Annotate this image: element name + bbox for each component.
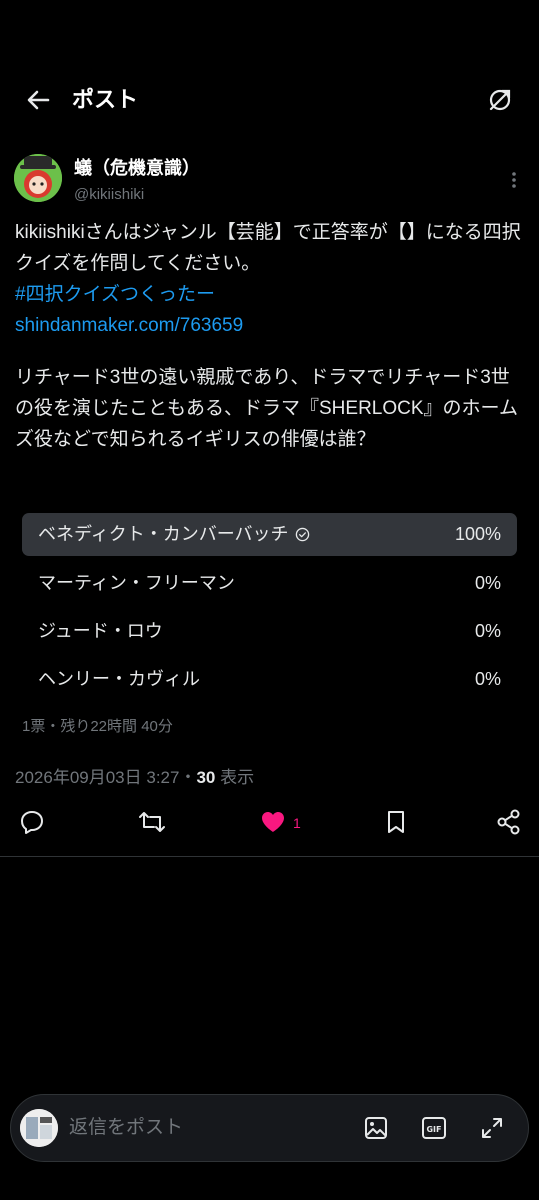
- poll-option-label: ベネディクト・カンバーバッチ: [38, 524, 289, 544]
- poll-option-label: ヘンリー・カヴィル: [38, 669, 200, 689]
- expand-icon[interactable]: [486, 86, 514, 114]
- svg-text:GIF: GIF: [426, 1125, 441, 1134]
- url-link[interactable]: shindanmaker.com/763659: [15, 310, 525, 341]
- more-icon[interactable]: [506, 170, 522, 190]
- poll-option-percent: 0%: [474, 621, 501, 641]
- view-count: 30: [196, 768, 216, 787]
- timestamp: 2026年09月03日 3:27・: [15, 768, 197, 787]
- poll-option: ベネディクト・カンバーバッチ 100%: [22, 513, 517, 556]
- poll-option-label: ジュード・ロウ: [38, 621, 163, 641]
- page-title: ポスト: [72, 87, 139, 112]
- poll-option: マーティン・フリーマン 0%: [22, 562, 517, 605]
- gif-icon[interactable]: GIF: [421, 1115, 447, 1141]
- image-icon[interactable]: [363, 1115, 389, 1141]
- author-name[interactable]: 蟻（危機意識）: [74, 154, 200, 180]
- reply-bar[interactable]: 返信をポスト GIF: [10, 1094, 529, 1162]
- view-label: 表示: [215, 768, 255, 787]
- poll-option-percent: 100%: [454, 524, 501, 544]
- check-circle-icon: [295, 527, 310, 542]
- poll-option-percent: 0%: [474, 669, 501, 689]
- poll-meta: 1票・残り22時間 40分: [22, 718, 173, 735]
- hashtag-link[interactable]: #四択クイズつくったー: [15, 279, 525, 310]
- post-meta: 2026年09月03日 3:27・30 表示: [15, 763, 254, 788]
- divider: [0, 856, 539, 857]
- poll-option: ヘンリー・カヴィル 0%: [22, 658, 517, 701]
- back-arrow-icon[interactable]: [24, 86, 52, 114]
- retweet-icon[interactable]: [138, 808, 166, 836]
- heart-icon[interactable]: [259, 808, 287, 836]
- quiz-question: リチャード3世の遠い親戚であり、ドラマでリチャード3世の役を演じたこともある、ド…: [15, 367, 518, 450]
- reply-input[interactable]: 返信をポスト: [69, 1095, 183, 1161]
- avatar[interactable]: [14, 154, 62, 202]
- expand-arrows-icon[interactable]: [479, 1115, 505, 1141]
- like-count: 1: [293, 815, 301, 831]
- avatar: [20, 1109, 58, 1147]
- post-text: kikiishikiさんはジャンル【芸能】で正答率が【】になる四択クイズを作問し…: [15, 222, 521, 274]
- share-icon[interactable]: [495, 808, 523, 836]
- reply-icon[interactable]: [18, 808, 46, 836]
- poll-option: ジュード・ロウ 0%: [22, 610, 517, 653]
- author-handle[interactable]: @kikiishiki: [74, 186, 144, 203]
- poll-option-percent: 0%: [474, 573, 501, 593]
- poll-option-label: マーティン・フリーマン: [38, 573, 235, 593]
- bookmark-icon[interactable]: [382, 808, 410, 836]
